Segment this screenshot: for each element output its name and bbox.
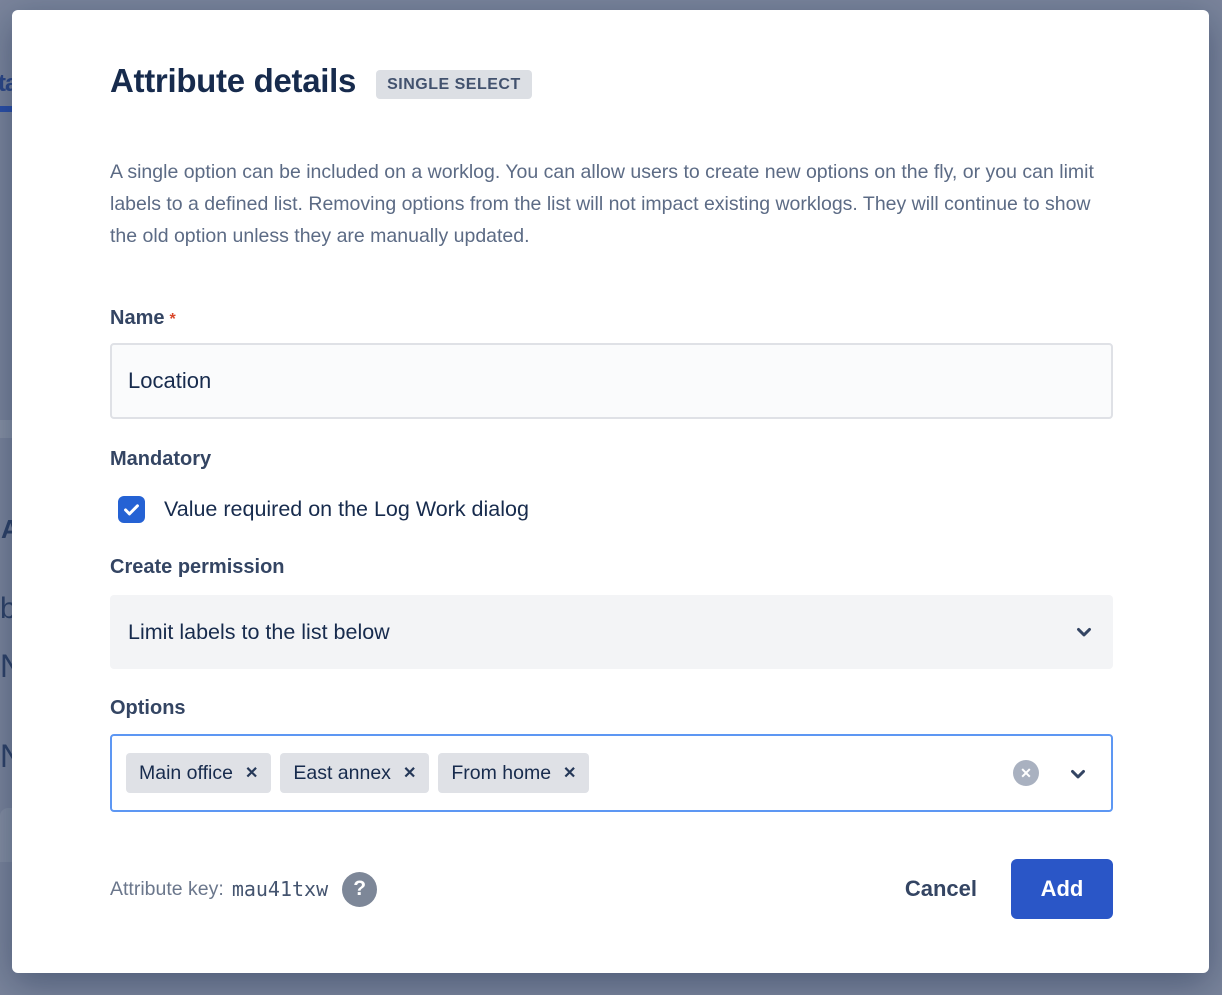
- attribute-key-group: Attribute key: mau41txw ?: [110, 872, 377, 907]
- mandatory-checkbox[interactable]: [118, 496, 145, 523]
- footer-actions: Cancel Add: [905, 859, 1113, 919]
- remove-tag-icon[interactable]: ✕: [403, 763, 416, 783]
- create-permission-select[interactable]: Limit labels to the list below: [110, 595, 1113, 669]
- screen: ta A b N N Attribute details SINGLE SELE…: [0, 0, 1222, 995]
- help-icon[interactable]: ?: [342, 872, 377, 907]
- cancel-button[interactable]: Cancel: [905, 876, 977, 902]
- options-label: Options: [110, 697, 1113, 720]
- background-light-band: [0, 420, 12, 438]
- chevron-down-icon: [1073, 621, 1095, 648]
- page-title: Attribute details: [110, 62, 356, 100]
- name-label: Name*: [110, 307, 1113, 330]
- clear-all-icon[interactable]: ✕: [1013, 760, 1039, 786]
- attribute-key-label: Attribute key:: [110, 878, 224, 901]
- mandatory-label: Mandatory: [110, 448, 1113, 471]
- dialog-description: A single option can be included on a wor…: [110, 156, 1115, 252]
- remove-tag-icon[interactable]: ✕: [563, 763, 576, 783]
- required-asterisk: *: [169, 311, 175, 328]
- options-multiselect[interactable]: Main office ✕ East annex ✕ From home ✕ ✕: [110, 734, 1113, 812]
- option-tag: East annex ✕: [280, 753, 429, 793]
- mandatory-checkbox-label[interactable]: Value required on the Log Work dialog: [164, 497, 529, 522]
- type-badge: SINGLE SELECT: [376, 70, 532, 99]
- option-tag: Main office ✕: [126, 753, 271, 793]
- mandatory-checkbox-row: Value required on the Log Work dialog: [110, 492, 1113, 526]
- attribute-details-dialog: Attribute details SINGLE SELECT A single…: [12, 10, 1209, 973]
- check-icon: [122, 500, 141, 519]
- attribute-key-value: mau41txw: [232, 877, 328, 901]
- name-input[interactable]: [110, 343, 1113, 419]
- selected-option: Limit labels to the list below: [128, 620, 390, 645]
- create-permission-label: Create permission: [110, 556, 1113, 579]
- background-button-fragment: [0, 808, 12, 862]
- add-button[interactable]: Add: [1011, 859, 1113, 919]
- dialog-footer: Attribute key: mau41txw ? Cancel Add: [110, 858, 1113, 920]
- chevron-down-icon[interactable]: [1067, 763, 1089, 790]
- remove-tag-icon[interactable]: ✕: [245, 763, 258, 783]
- dialog-header: Attribute details SINGLE SELECT: [110, 62, 1113, 100]
- option-tag: From home ✕: [438, 753, 589, 793]
- background-tab-underline: [0, 106, 12, 112]
